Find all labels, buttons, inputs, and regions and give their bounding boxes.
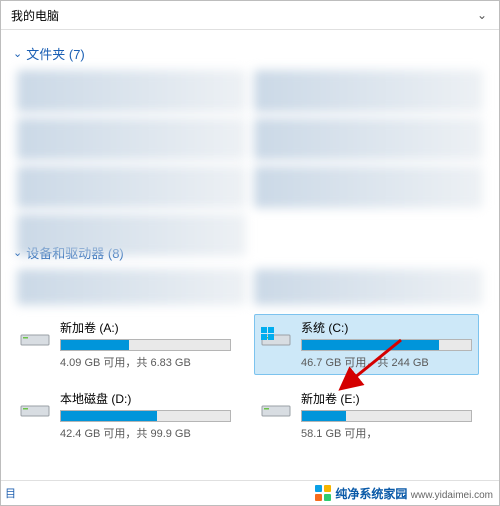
breadcrumb-my-pc[interactable]: 我的电脑 (1, 7, 69, 24)
chevron-down-icon: ⌄ (13, 47, 22, 60)
footer: 目 纯净系统家园 www.yidaimei.com (1, 480, 499, 505)
content-area: ⌄ 文件夹 (7) ⌄ 设备和驱动器 (8) 新加卷 (A:) (1, 30, 499, 482)
drive-body: 新加卷 (E:) 58.1 GB 可用， (301, 390, 472, 441)
chevron-down-icon[interactable]: ⌄ (477, 8, 487, 22)
drive-body: 系统 (C:) 46.7 GB 可用，共 244 GB (301, 319, 472, 370)
watermark-logo-icon (315, 485, 331, 501)
folder-item[interactable] (17, 214, 246, 256)
drive-stats: 4.09 GB 可用，共 6.83 GB (60, 354, 231, 370)
drive-stats: 46.7 GB 可用，共 244 GB (301, 354, 472, 370)
drive-name: 本地磁盘 (D:) (60, 390, 231, 407)
drive-item[interactable]: 本地磁盘 (D:) 42.4 GB 可用，共 99.9 GB (13, 385, 238, 446)
drive-usage-bar (60, 410, 231, 422)
folder-item[interactable] (254, 70, 483, 112)
watermark-text: 纯净系统家园 www.yidaimei.com (335, 485, 493, 502)
folder-item[interactable] (254, 166, 483, 208)
drive-icon (259, 321, 293, 355)
group-folders-label: 文件夹 (7) (26, 44, 85, 63)
address-bar: 我的电脑 ⌄ (1, 1, 499, 30)
folders-grid (13, 67, 487, 237)
explorer-window: 我的电脑 ⌄ ⌄ 文件夹 (7) ⌄ 设备和驱动器 (8) (0, 0, 500, 506)
drive-stats: 58.1 GB 可用， (301, 425, 472, 441)
drive-usage-bar (60, 339, 231, 351)
device-item[interactable] (17, 269, 246, 305)
watermark: 纯净系统家园 www.yidaimei.com (315, 485, 499, 502)
device-item[interactable] (254, 269, 483, 305)
drive-icon (18, 321, 52, 355)
drive-body: 本地磁盘 (D:) 42.4 GB 可用，共 99.9 GB (60, 390, 231, 441)
devices-blurred-row (13, 266, 487, 308)
folder-item[interactable] (17, 166, 246, 208)
drive-icon (259, 392, 293, 426)
drive-usage-bar (301, 339, 472, 351)
drive-body: 新加卷 (A:) 4.09 GB 可用，共 6.83 GB (60, 319, 231, 370)
drive-name: 新加卷 (A:) (60, 319, 231, 336)
drive-name: 新加卷 (E:) (301, 390, 472, 407)
drive-usage-bar (301, 410, 472, 422)
drive-name: 系统 (C:) (301, 319, 472, 336)
drive-icon (18, 392, 52, 426)
folder-item[interactable] (254, 118, 483, 160)
group-folders-header[interactable]: ⌄ 文件夹 (7) (13, 44, 487, 63)
drive-item[interactable]: 系统 (C:) 46.7 GB 可用，共 244 GB (254, 314, 479, 375)
drive-item[interactable]: 新加卷 (A:) 4.09 GB 可用，共 6.83 GB (13, 314, 238, 375)
drive-item[interactable]: 新加卷 (E:) 58.1 GB 可用， (254, 385, 479, 446)
drive-stats: 42.4 GB 可用，共 99.9 GB (60, 425, 231, 441)
footer-left: 目 (1, 485, 16, 501)
drives-grid: 新加卷 (A:) 4.09 GB 可用，共 6.83 GB 系统 (C:) 46… (13, 314, 487, 446)
folder-item[interactable] (17, 118, 246, 160)
folder-item[interactable] (17, 70, 246, 112)
